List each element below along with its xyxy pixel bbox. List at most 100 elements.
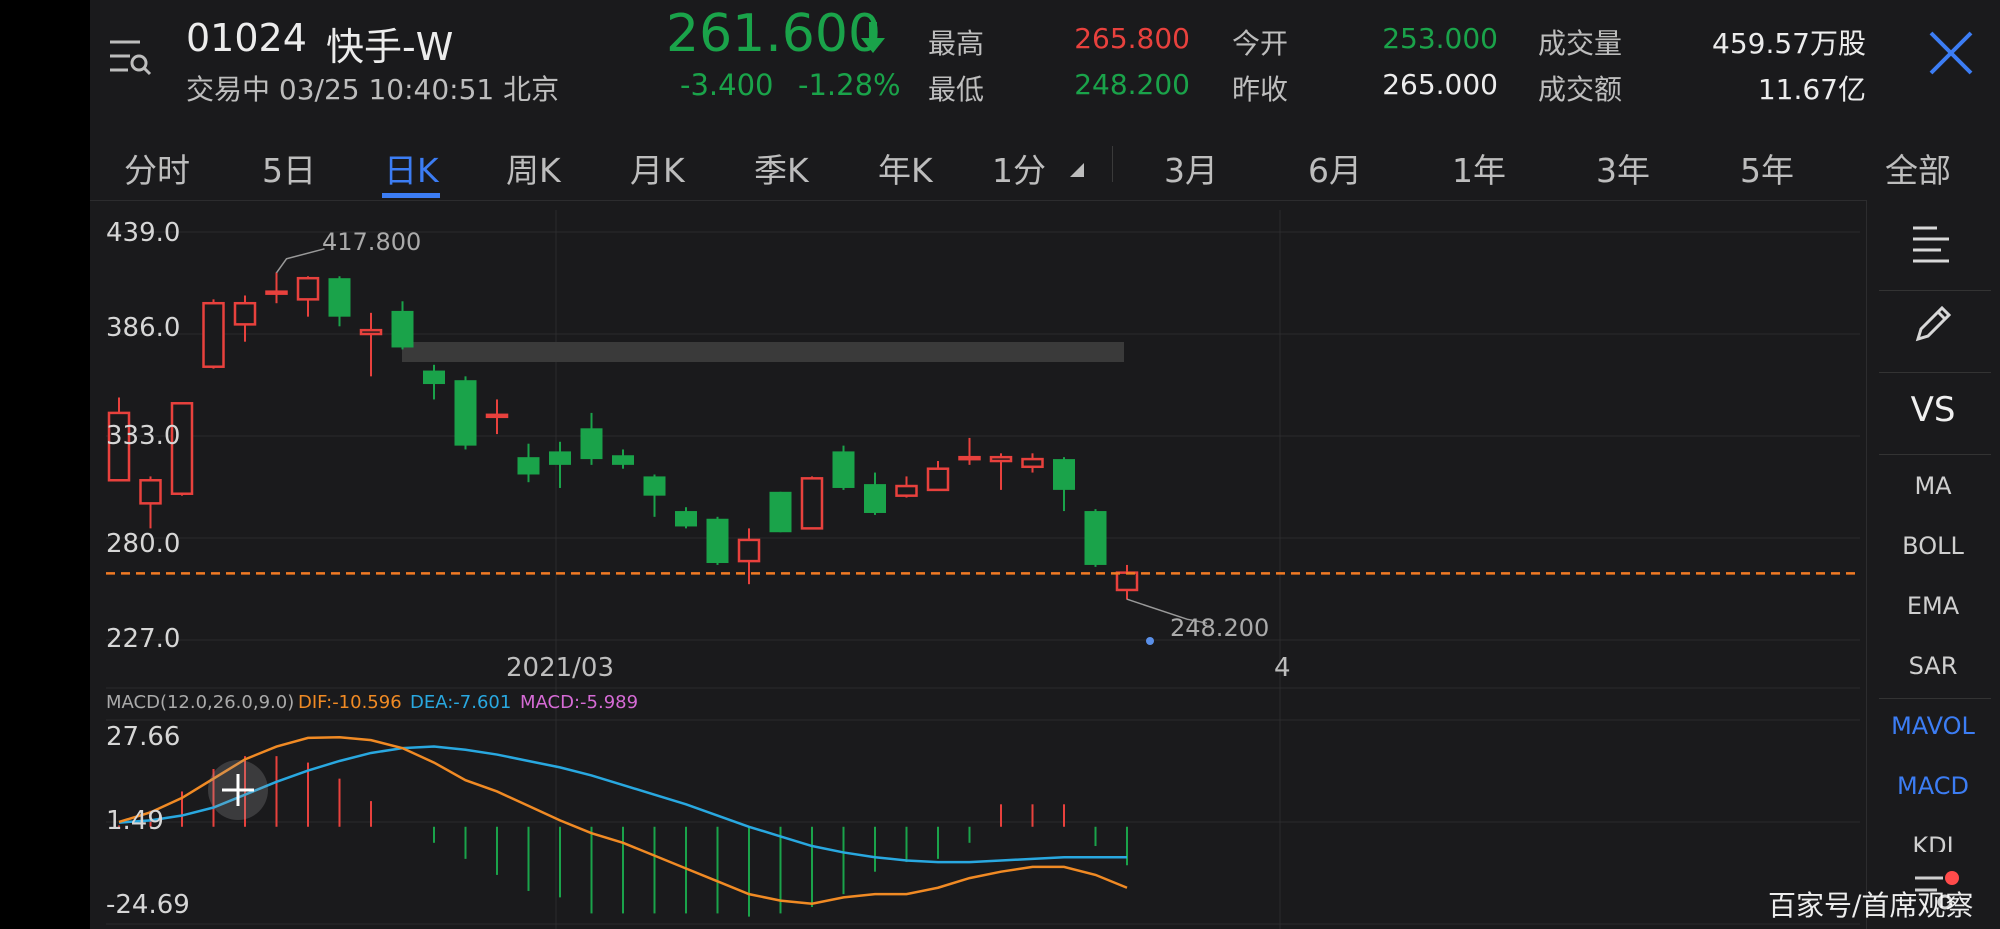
close-icon[interactable] bbox=[1928, 30, 1974, 80]
candle-body bbox=[517, 457, 540, 475]
menu-search-icon[interactable] bbox=[108, 36, 152, 80]
prev-close-label: 昨收 bbox=[1232, 73, 1289, 106]
event-dot bbox=[1146, 637, 1154, 645]
indicator-sar[interactable]: SAR bbox=[1867, 652, 1999, 680]
selection-band bbox=[402, 342, 1124, 362]
dea-value: DEA:-7.601 bbox=[410, 692, 512, 713]
candle-body bbox=[706, 518, 729, 564]
candle-body bbox=[864, 484, 886, 513]
candle-body bbox=[454, 380, 477, 446]
kline-chart[interactable] bbox=[90, 200, 1870, 929]
open-value: 253.000 bbox=[1382, 22, 1498, 55]
amount-value: 11.67亿 bbox=[1757, 73, 1866, 106]
down-arrow-icon bbox=[860, 22, 886, 58]
tab-1min[interactable]: 1分 bbox=[992, 144, 1046, 192]
high-value: 265.800 bbox=[1074, 22, 1190, 55]
macd-value: MACD:-5.989 bbox=[520, 692, 639, 713]
indicator-boll[interactable]: BOLL bbox=[1867, 532, 1999, 560]
trade-status: 交易中 03/25 10:40:51 北京 bbox=[186, 73, 560, 106]
candle-body bbox=[1021, 457, 1044, 469]
tab-1year[interactable]: 1年 bbox=[1452, 144, 1506, 192]
tab-3month[interactable]: 3月 bbox=[1164, 144, 1218, 192]
candle-body bbox=[485, 413, 509, 419]
candle-body bbox=[139, 479, 162, 505]
tab-timeshare[interactable]: 分时 bbox=[124, 144, 190, 192]
candle-body bbox=[202, 301, 225, 368]
candle-body bbox=[800, 477, 824, 530]
tab-daily-k[interactable]: 日K bbox=[384, 144, 439, 192]
tab-5year[interactable]: 5年 bbox=[1740, 144, 1794, 192]
candle-body bbox=[612, 455, 634, 465]
y-label-4: 280.0 bbox=[106, 529, 181, 559]
candle-body bbox=[549, 451, 571, 465]
tab-5day[interactable]: 5日 bbox=[262, 144, 316, 192]
y-label-3: 333.0 bbox=[106, 421, 181, 451]
amount-label: 成交额 bbox=[1538, 73, 1623, 106]
tab-divider bbox=[1112, 146, 1113, 182]
price-change: -3.400 bbox=[680, 68, 774, 102]
indicator-ema[interactable]: EMA bbox=[1867, 592, 1999, 620]
candle-body bbox=[1053, 459, 1075, 490]
tab-monthly-k[interactable]: 月K bbox=[630, 144, 685, 192]
tab-yearly-k[interactable]: 年K bbox=[878, 144, 933, 192]
macd-title: MACD(12.0,26.0,9.0) bbox=[106, 692, 295, 713]
candle-body bbox=[958, 455, 981, 461]
stock-code: 01024 bbox=[186, 16, 307, 60]
price-change-pct: -1.28% bbox=[798, 68, 901, 102]
tab-quarterly-k[interactable]: 季K bbox=[754, 144, 809, 192]
candle-body bbox=[265, 290, 288, 295]
sidebar-divider bbox=[1879, 372, 1991, 373]
candle-body bbox=[580, 428, 603, 460]
macd-y-label-3: -24.69 bbox=[106, 890, 190, 920]
x-label-2: 4 bbox=[1274, 653, 1291, 683]
candle-body bbox=[832, 451, 855, 488]
volume-label: 成交量 bbox=[1538, 27, 1623, 60]
tab-weekly-k[interactable]: 周K bbox=[506, 144, 561, 192]
indicator-kdj[interactable]: KDJ bbox=[1867, 832, 1999, 852]
settings-list-icon[interactable] bbox=[1911, 224, 1953, 268]
pencil-icon[interactable] bbox=[1913, 302, 1955, 348]
min-price-label: 248.200 bbox=[1170, 614, 1270, 642]
y-label-1: 439.0 bbox=[106, 218, 181, 248]
vs-button[interactable]: VS bbox=[1867, 390, 1999, 430]
macd-y-label-1: 27.66 bbox=[106, 722, 181, 752]
app-window: 01024 快手-W 交易中 03/25 10:40:51 北京 261.600… bbox=[90, 0, 2000, 929]
tab-3year[interactable]: 3年 bbox=[1596, 144, 1650, 192]
low-value: 248.200 bbox=[1074, 68, 1190, 101]
indicator-sidebar: VS MA BOLL EMA SAR MAVOL MACD KDJ bbox=[1866, 200, 2000, 929]
candle-body bbox=[296, 276, 320, 301]
candle-body bbox=[926, 467, 950, 492]
tab-all[interactable]: 全部 bbox=[1885, 144, 1951, 192]
candle-body bbox=[391, 310, 414, 348]
candle-body bbox=[643, 476, 666, 496]
prev-close-value: 265.000 bbox=[1382, 68, 1498, 101]
indicator-mavol[interactable]: MAVOL bbox=[1867, 712, 1999, 740]
candle-body bbox=[895, 484, 918, 497]
dropdown-triangle-icon[interactable] bbox=[1070, 162, 1084, 181]
crosshair-cursor[interactable] bbox=[208, 760, 268, 820]
dif-value: DIF:-10.596 bbox=[298, 692, 402, 713]
candle-body bbox=[769, 491, 792, 533]
candle-body bbox=[737, 538, 761, 563]
volume-value: 459.57万股 bbox=[1712, 27, 1866, 60]
y-label-2: 386.0 bbox=[106, 313, 181, 343]
max-price-label: 417.800 bbox=[322, 228, 422, 256]
watermark: 百家号/首席观察 bbox=[1768, 889, 1974, 922]
y-label-5: 227.0 bbox=[106, 624, 181, 654]
candle-body bbox=[359, 328, 383, 336]
sidebar-divider bbox=[1879, 290, 1991, 291]
high-label: 最高 bbox=[928, 27, 985, 60]
open-label: 今开 bbox=[1232, 27, 1289, 60]
low-label: 最低 bbox=[928, 73, 985, 106]
max-price-leader bbox=[275, 248, 325, 274]
indicator-macd[interactable]: MACD bbox=[1867, 772, 1999, 800]
tab-6month[interactable]: 6月 bbox=[1308, 144, 1362, 192]
macd-y-label-2: 1.49 bbox=[106, 806, 164, 836]
indicator-ma[interactable]: MA bbox=[1867, 472, 1999, 500]
x-label-1: 2021/03 bbox=[506, 653, 615, 683]
stock-name: 快手-W bbox=[326, 25, 454, 69]
candle-body bbox=[233, 301, 257, 326]
sidebar-divider bbox=[1879, 454, 1991, 455]
candle-body bbox=[1084, 511, 1107, 565]
candle-body bbox=[423, 370, 445, 385]
